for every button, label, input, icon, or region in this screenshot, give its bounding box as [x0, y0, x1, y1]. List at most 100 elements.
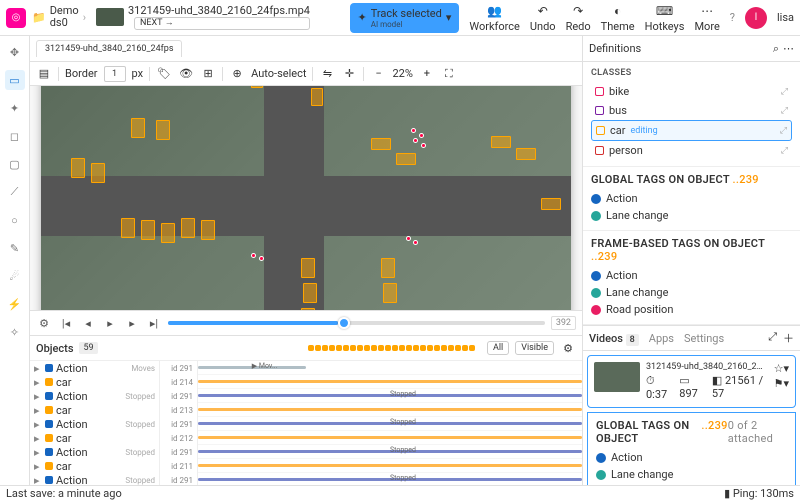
tab-videos[interactable]: Videos 8 [589, 332, 639, 345]
bbox[interactable] [181, 218, 195, 238]
point[interactable] [259, 256, 264, 261]
bbox[interactable] [251, 86, 263, 88]
plus-icon[interactable]: ＋ [783, 330, 794, 346]
bbox[interactable] [383, 283, 397, 303]
filter-all[interactable]: All [487, 341, 509, 355]
object-row[interactable]: ▸car [30, 431, 159, 445]
bbox[interactable] [301, 258, 315, 278]
target-icon[interactable]: ⊕ [229, 66, 245, 82]
bbox[interactable] [71, 158, 85, 178]
point[interactable] [413, 138, 418, 143]
filter-icon[interactable]: ⚙ [560, 340, 576, 356]
point[interactable] [406, 236, 411, 241]
object-row[interactable]: ▸ActionStopped [30, 473, 159, 485]
brush-tool[interactable]: ✎ [5, 238, 25, 258]
class-car[interactable]: carediting⤢ [591, 120, 792, 141]
grid-icon[interactable]: ⊞ [200, 66, 216, 82]
tab-apps[interactable]: Apps [649, 332, 674, 345]
last-frame-button[interactable]: ▸| [146, 315, 162, 331]
object-row[interactable]: ▸ActionStopped [30, 445, 159, 459]
zoom-in-icon[interactable]: + [419, 66, 435, 82]
object-row[interactable]: ▸ActionStopped [30, 389, 159, 403]
crosshair-icon[interactable]: ✛ [341, 66, 357, 82]
bbox-tool[interactable]: ◻ [5, 126, 25, 146]
user-name[interactable]: lisa [777, 11, 794, 24]
tag-row[interactable]: Lane change [591, 284, 792, 301]
bbox[interactable] [301, 308, 315, 310]
bbox[interactable] [516, 148, 536, 160]
avatar[interactable]: l [745, 7, 767, 29]
tag-icon[interactable]: 🏷 [156, 66, 172, 82]
bbox[interactable] [91, 163, 105, 183]
eye-icon[interactable]: 👁 [178, 66, 194, 82]
track-selected-button[interactable]: ✦ Track selectedAI model ▾ [350, 3, 460, 33]
logo[interactable]: ◎ [6, 8, 26, 28]
bolt-tool[interactable]: ⚡ [5, 294, 25, 314]
current-video-card[interactable]: 3121459-uhd_3840_2160_24fps.mp4 ⏱ 0:37 ▭… [587, 355, 796, 408]
timeline-track[interactable] [168, 321, 545, 325]
star-icon[interactable]: ☆▾ [774, 362, 789, 375]
bbox[interactable] [396, 153, 416, 165]
top-redo[interactable]: ↷Redo [566, 3, 591, 33]
flip-icon[interactable]: ⇋ [319, 66, 335, 82]
tab-current[interactable]: 3121459-uhd_3840_2160_24fps [36, 40, 182, 57]
top-hotkeys[interactable]: ⌨Hotkeys [645, 3, 685, 33]
bbox[interactable] [491, 136, 511, 148]
bc-file[interactable]: 3121459-uhd_3840_2160_24fps.mp4 [128, 5, 310, 17]
bbox[interactable] [381, 258, 395, 278]
tag-row[interactable]: Action [596, 449, 787, 466]
play-button[interactable]: ▸ [102, 315, 118, 331]
prev-frame-button[interactable]: ◂ [80, 315, 96, 331]
pan-tool[interactable]: ✦ [5, 98, 25, 118]
fit-icon[interactable]: ⛶ [441, 66, 457, 82]
top-more[interactable]: ⋯More [694, 3, 719, 33]
point[interactable] [411, 128, 416, 133]
tag-row[interactable]: Road position [591, 301, 792, 318]
ai-tool[interactable]: ✧ [5, 322, 25, 342]
class-bike[interactable]: bike⤢ [591, 82, 792, 101]
bbox[interactable] [311, 88, 323, 106]
bbox[interactable] [303, 283, 317, 303]
wand-tool[interactable]: ☄ [5, 266, 25, 286]
bbox[interactable] [131, 118, 145, 138]
class-person[interactable]: person⤢ [591, 141, 792, 160]
next-frame-button[interactable]: ▸ [124, 315, 140, 331]
point[interactable] [251, 253, 256, 258]
bbox[interactable] [121, 218, 135, 238]
canvas-area[interactable] [30, 86, 582, 310]
next-button[interactable]: NEXT → [134, 17, 310, 31]
first-frame-button[interactable]: |◂ [58, 315, 74, 331]
rect-tool[interactable]: ▢ [5, 154, 25, 174]
more-icon[interactable]: ⋯ [783, 42, 794, 55]
expand-icon[interactable]: ⤢ [768, 330, 777, 346]
settings-icon[interactable]: ⚙ [36, 315, 52, 331]
select-tool[interactable]: ▭ [5, 70, 25, 90]
object-row[interactable]: ▸car [30, 459, 159, 473]
tag-row[interactable]: Lane change [596, 466, 787, 483]
help-icon[interactable]: ? [730, 11, 735, 24]
point[interactable] [419, 133, 424, 138]
point[interactable] [413, 240, 418, 245]
bbox[interactable] [541, 198, 561, 210]
flag-icon[interactable]: ⚑▾ [774, 377, 789, 390]
object-row[interactable]: ▸car [30, 403, 159, 417]
move-tool[interactable]: ✥ [5, 42, 25, 62]
point-tool[interactable]: ○ [5, 210, 25, 230]
top-undo[interactable]: ↶Undo [530, 3, 556, 33]
tag-row[interactable]: Action [591, 190, 792, 207]
bc-dataset[interactable]: ds0 [50, 17, 79, 29]
object-row[interactable]: ▸ActionStopped [30, 417, 159, 431]
search-icon[interactable]: ⌕ [773, 42, 779, 56]
object-row[interactable]: ▸car [30, 375, 159, 389]
point[interactable] [421, 143, 426, 148]
polyline-tool[interactable]: ⟋ [5, 182, 25, 202]
timeline-handle[interactable] [338, 317, 350, 329]
bbox[interactable] [371, 138, 391, 150]
top-theme[interactable]: ◐Theme [601, 3, 635, 33]
filter-visible[interactable]: Visible [515, 341, 554, 355]
video-frame[interactable] [41, 86, 571, 310]
border-input[interactable] [104, 66, 126, 82]
layers-icon[interactable]: ▤ [36, 66, 52, 82]
bbox[interactable] [161, 223, 175, 243]
bbox[interactable] [201, 220, 215, 240]
